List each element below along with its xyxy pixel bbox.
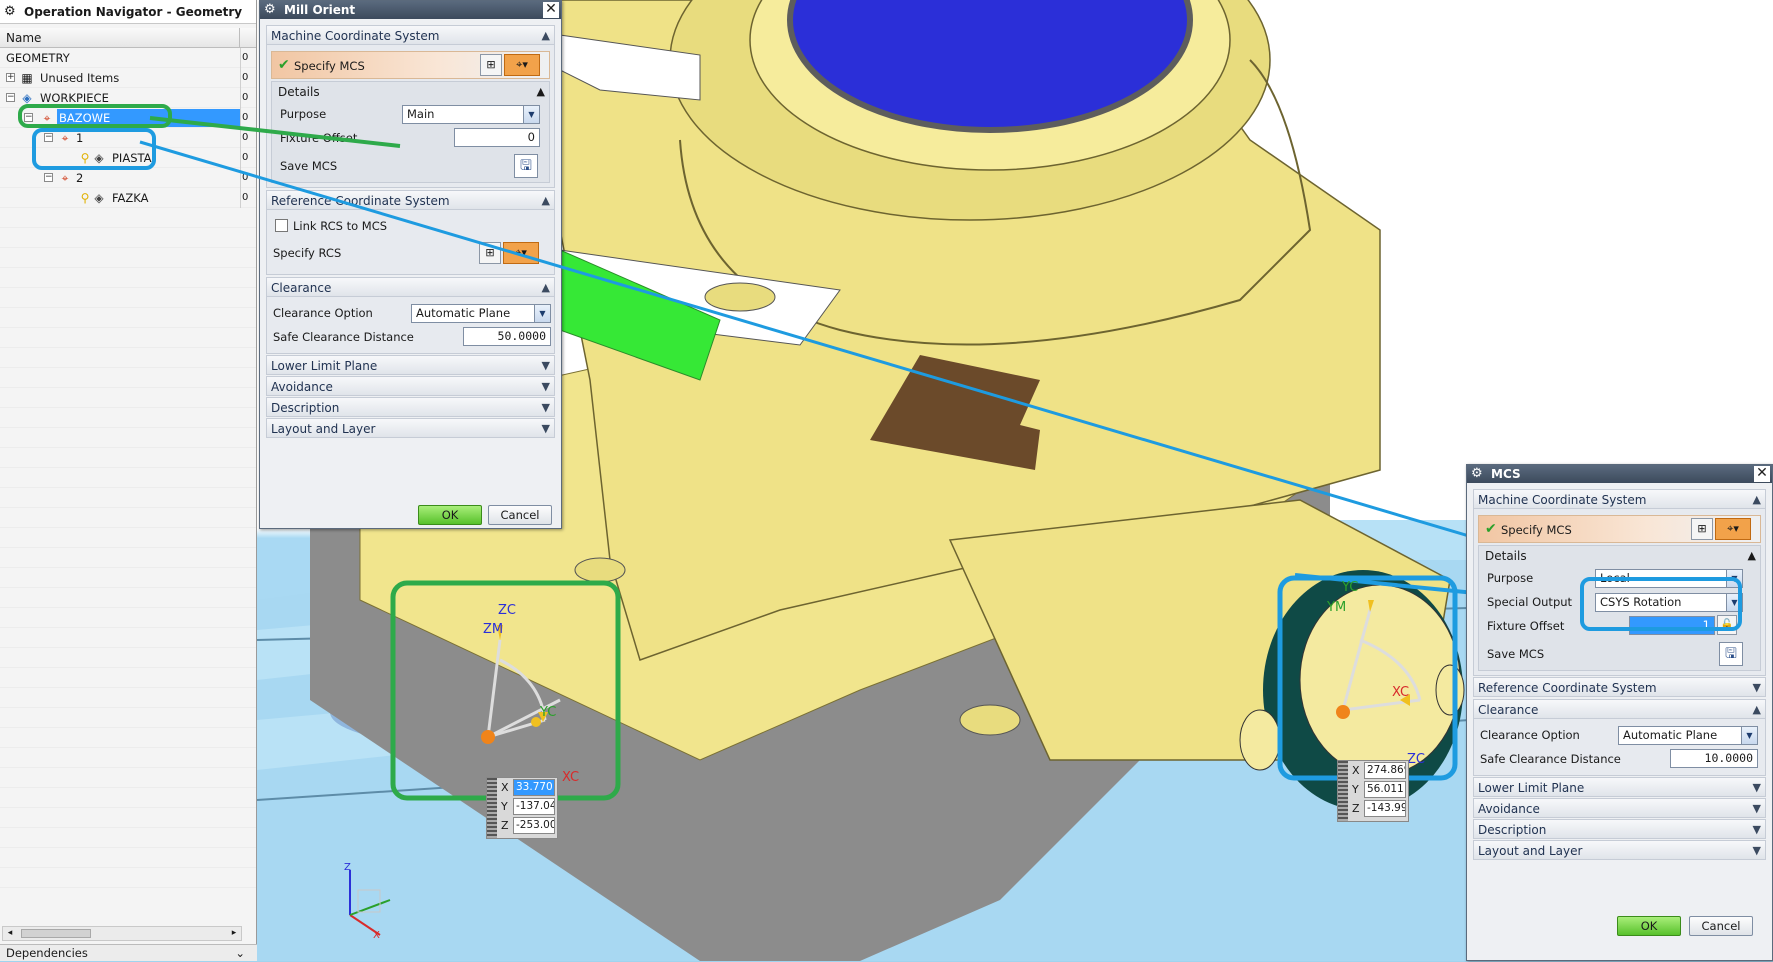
chevron-up-icon[interactable]: ▲ bbox=[1753, 490, 1761, 510]
specify-mcs-label: Specify MCS bbox=[1501, 523, 1572, 537]
chevron-up-icon[interactable]: ▲ bbox=[1753, 700, 1761, 720]
section-lower-limit-plane[interactable]: Lower Limit Plane ▼ bbox=[1473, 777, 1766, 797]
section-label: Clearance bbox=[1478, 703, 1539, 717]
chevron-down-icon[interactable]: ▼ bbox=[1753, 778, 1761, 798]
section-label: Lower Limit Plane bbox=[1478, 781, 1585, 795]
special-output-label: Special Output bbox=[1487, 595, 1573, 609]
fixture-offset-label: Fixture Offset bbox=[1487, 619, 1565, 633]
section-label: Description bbox=[1478, 823, 1547, 837]
clearance-option-value: Automatic Plane bbox=[1623, 728, 1718, 742]
gear-icon[interactable]: ⚙ bbox=[1471, 465, 1483, 483]
section-rcs[interactable]: Reference Coordinate System ▼ bbox=[1473, 677, 1766, 697]
section-description[interactable]: Description ▼ bbox=[1473, 819, 1766, 839]
highlight-mcs-purpose bbox=[1580, 577, 1742, 631]
purpose-label: Purpose bbox=[1487, 571, 1534, 585]
dropdown-arrow-icon[interactable]: ▼ bbox=[1741, 727, 1757, 744]
chevron-down-icon[interactable]: ▼ bbox=[1753, 678, 1761, 698]
chevron-up-icon[interactable]: ▲ bbox=[1748, 546, 1756, 566]
safe-distance-label: Safe Clearance Distance bbox=[1480, 752, 1621, 766]
section-label: Machine Coordinate System bbox=[1478, 493, 1647, 507]
safe-distance-input[interactable]: 10.0000 bbox=[1670, 749, 1758, 768]
save-mcs-label: Save MCS bbox=[1487, 647, 1545, 661]
specify-mcs-row[interactable]: ✔ Specify MCS ⊞ ⌖▾ bbox=[1478, 515, 1761, 543]
ok-button[interactable]: OK bbox=[1617, 916, 1681, 936]
dialog-title: MCS bbox=[1491, 467, 1521, 481]
section-label: Reference Coordinate System bbox=[1478, 681, 1657, 695]
subsection-details[interactable]: Details ▲ bbox=[1479, 546, 1760, 566]
chevron-down-icon[interactable]: ▼ bbox=[1753, 799, 1761, 819]
section-label: Avoidance bbox=[1478, 802, 1540, 816]
section-layout-and-layer[interactable]: Layout and Layer ▼ bbox=[1473, 840, 1766, 860]
csys-selector-icon[interactable]: ⌖▾ bbox=[1715, 518, 1751, 540]
dialog-title-bar[interactable]: ⚙ MCS ✕ bbox=[1467, 465, 1772, 483]
check-icon: ✔ bbox=[1485, 521, 1497, 537]
mcs-dialog: ⚙ MCS ✕ Machine Coordinate System ▲ ✔ Sp… bbox=[1466, 464, 1773, 961]
csys-dialog-icon[interactable]: ⊞ bbox=[1691, 518, 1713, 540]
close-icon[interactable]: ✕ bbox=[1754, 466, 1770, 482]
clearance-option-label: Clearance Option bbox=[1480, 728, 1580, 742]
chevron-down-icon[interactable]: ▼ bbox=[1753, 841, 1761, 861]
chevron-down-icon[interactable]: ▼ bbox=[1753, 820, 1761, 840]
section-avoidance[interactable]: Avoidance ▼ bbox=[1473, 798, 1766, 818]
section-label: Layout and Layer bbox=[1478, 844, 1583, 858]
details-label: Details bbox=[1485, 549, 1527, 563]
cancel-button[interactable]: Cancel bbox=[1689, 916, 1753, 936]
section-clearance[interactable]: Clearance ▲ bbox=[1473, 699, 1766, 719]
clearance-option-select[interactable]: Automatic Plane ▼ bbox=[1618, 726, 1758, 745]
section-mcs[interactable]: Machine Coordinate System ▲ bbox=[1473, 489, 1766, 509]
save-icon[interactable]: 🖫 bbox=[1719, 642, 1743, 666]
